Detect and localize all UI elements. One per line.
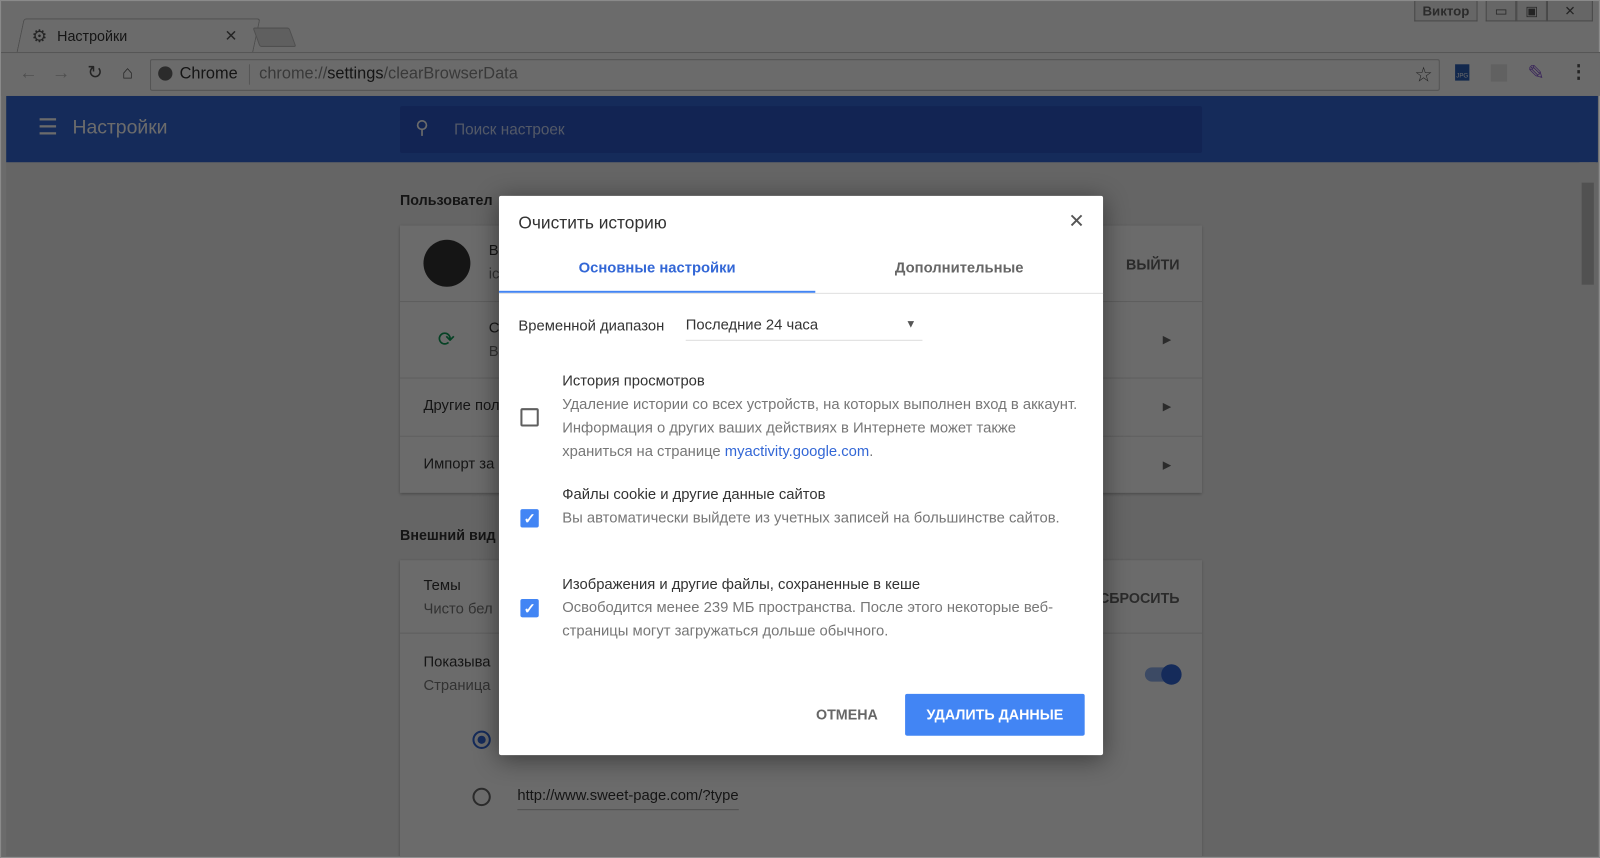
clear-browsing-data-dialog: Очистить историю ✕ Основные настройки До…: [498, 195, 1104, 756]
show-home-subtitle: Страница: [423, 677, 491, 694]
checkbox-cache[interactable]: ✓: [520, 598, 539, 618]
show-home-toggle[interactable]: [1144, 664, 1182, 685]
clear-data-button[interactable]: УДАЛИТЬ ДАННЫЕ: [905, 693, 1085, 736]
other-people-label: Другие пол: [423, 397, 500, 415]
profile-button[interactable]: Виктор: [1414, 1, 1478, 22]
search-input[interactable]: ⚲ Поиск настроек: [399, 106, 1203, 154]
chevron-right-icon: ▶: [1162, 333, 1172, 346]
radio-new-tab[interactable]: [472, 730, 491, 749]
tab-advanced-label: Дополнительные: [894, 260, 1024, 277]
save-jpg-extension-icon[interactable]: JPG: [1455, 64, 1470, 81]
url-host: settings: [327, 65, 384, 83]
close-icon[interactable]: ✕: [1068, 210, 1084, 233]
avatar: [423, 239, 471, 287]
sync-title: С: [488, 320, 500, 337]
dialog-title: Очистить историю: [518, 213, 667, 233]
cookies-desc: Вы автоматически выйдете из учетных запи…: [562, 510, 1060, 527]
back-icon[interactable]: ←: [17, 62, 39, 83]
menu-icon[interactable]: ⋮: [1569, 61, 1587, 82]
hamburger-icon[interactable]: ☰: [38, 114, 58, 141]
chevron-right-icon: ▶: [1162, 459, 1172, 472]
import-label: Импорт за: [423, 456, 495, 473]
header-title: Настройки: [72, 117, 168, 139]
bookmark-star-icon[interactable]: ☆: [1414, 62, 1432, 88]
chrome-icon: [158, 66, 173, 81]
browser-window: ⚙ Настройки ✕ Виктор ▭ ▣ ✕ ← → ↻ ⌂ Chrom…: [0, 0, 1600, 858]
url-prefix: chrome://: [259, 65, 328, 83]
extension-icon[interactable]: [1490, 64, 1508, 82]
new-tab-button[interactable]: [252, 27, 297, 47]
url-text[interactable]: chrome://settings/clearBrowserData: [259, 65, 518, 83]
url-path: /clearBrowserData: [383, 65, 518, 83]
user-email: ic: [488, 266, 500, 283]
gear-icon: ⚙: [31, 26, 48, 46]
myactivity-link[interactable]: myactivity.google.com: [725, 444, 869, 460]
forward-icon[interactable]: →: [50, 62, 72, 83]
scrollbar-thumb[interactable]: [1581, 182, 1594, 285]
scrollbar[interactable]: [1579, 162, 1596, 857]
cache-desc: Освободится менее 239 МБ пространства. П…: [562, 599, 1054, 640]
show-home-title: Показыва: [423, 654, 491, 671]
settings-header: ☰ Настройки ⚲ Поиск настроек: [6, 95, 1598, 163]
time-range-value: Последние 24 часа: [685, 317, 819, 334]
people-section-title: Пользовател: [399, 191, 493, 209]
tab-basic-label: Основные настройки: [578, 260, 736, 277]
close-tab-icon[interactable]: ✕: [224, 27, 237, 45]
chevron-right-icon: ▶: [1162, 401, 1172, 414]
time-range-select[interactable]: Последние 24 часа ▼: [685, 310, 923, 341]
tab-basic[interactable]: Основные настройки: [498, 247, 816, 293]
cancel-button[interactable]: ОТМЕНА: [801, 694, 893, 736]
sign-out-button[interactable]: ВЫЙТИ: [1126, 256, 1180, 272]
minimize-button[interactable]: ▭: [1485, 1, 1517, 22]
close-window-button[interactable]: ✕: [1546, 1, 1593, 22]
appearance-section-title: Внешний вид: [399, 526, 496, 543]
sync-subtitle: В: [488, 343, 499, 361]
sync-icon: ⟳: [437, 328, 455, 352]
feather-extension-icon[interactable]: ✎: [1528, 60, 1545, 86]
browsing-history-desc: Удаление истории со всех устройств, на к…: [562, 394, 1082, 464]
checkbox-browsing-history[interactable]: [520, 408, 539, 427]
cookies-title: Файлы cookie и другие данные сайтов: [562, 486, 826, 504]
home-icon[interactable]: ⌂: [116, 62, 138, 83]
search-icon: ⚲: [415, 117, 429, 138]
home-url-input[interactable]: http://www.sweet-page.com/?type: [517, 788, 739, 811]
time-range-label: Временной диапазон: [518, 318, 665, 335]
tab-advanced[interactable]: Дополнительные: [815, 247, 1103, 293]
omnibox[interactable]: Chrome chrome://settings/clearBrowserDat…: [149, 59, 1440, 91]
browsing-history-title: История просмотров: [562, 373, 705, 390]
reload-icon[interactable]: ↻: [84, 62, 106, 83]
search-placeholder: Поиск настроек: [454, 121, 565, 139]
checkbox-cookies[interactable]: ✓: [520, 509, 539, 528]
desc-end: .: [869, 443, 874, 461]
themes-subtitle: Чисто бел: [423, 601, 493, 618]
maximize-button[interactable]: ▣: [1516, 1, 1547, 22]
radio-custom-url[interactable]: [472, 787, 491, 807]
site-chip: Chrome: [179, 65, 238, 83]
cache-title: Изображения и другие файлы, сохраненные …: [562, 576, 921, 593]
tab-title: Настройки: [57, 27, 128, 44]
user-name: В: [488, 242, 499, 260]
dropdown-arrow-icon: ▼: [905, 318, 917, 331]
reset-theme-button[interactable]: СБРОСИТЬ: [1099, 590, 1180, 606]
themes-title: Темы: [423, 577, 461, 594]
